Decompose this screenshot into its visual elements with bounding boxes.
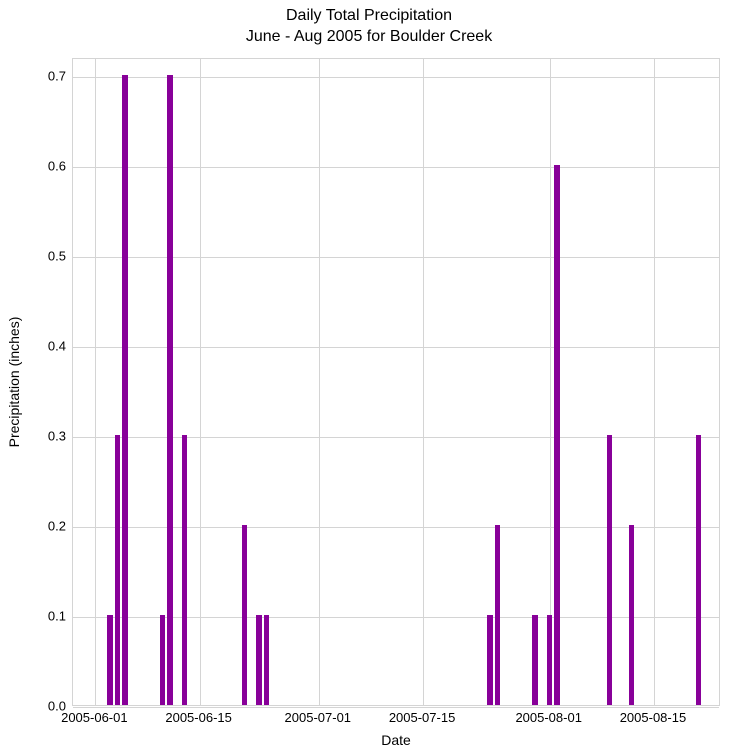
precipitation-bar: [547, 615, 553, 705]
precipitation-bar: [495, 525, 501, 705]
y-tick-label: 0.1: [48, 609, 66, 624]
y-tick-label: 0.7: [48, 69, 66, 84]
x-gridline: [319, 59, 320, 705]
x-gridline: [654, 59, 655, 705]
x-gridline: [95, 59, 96, 705]
precipitation-bar: [115, 435, 121, 705]
x-axis-label: Date: [381, 732, 411, 748]
x-tick-label: 2005-06-01: [61, 710, 128, 725]
precipitation-bar: [182, 435, 188, 705]
precipitation-bar: [264, 615, 270, 705]
plot-area: [72, 58, 720, 706]
precipitation-bar: [160, 615, 166, 705]
x-tick-label: 2005-07-01: [285, 710, 352, 725]
x-tick-label: 2005-08-01: [515, 710, 582, 725]
precipitation-bar: [607, 435, 613, 705]
chart-title: Daily Total Precipitation: [0, 6, 738, 27]
chart-subtitle: June - Aug 2005 for Boulder Creek: [0, 27, 738, 48]
y-tick-label: 0.4: [48, 339, 66, 354]
precipitation-bar: [256, 615, 262, 705]
x-tick-label: 2005-08-15: [620, 710, 687, 725]
precipitation-bar: [629, 525, 635, 705]
precipitation-bar: [487, 615, 493, 705]
precipitation-bar: [532, 615, 538, 705]
precipitation-bar: [107, 615, 113, 705]
precipitation-bar: [242, 525, 248, 705]
x-gridline: [550, 59, 551, 705]
y-tick-label: 0.5: [48, 249, 66, 264]
chart-title-group: Daily Total Precipitation June - Aug 200…: [0, 6, 738, 48]
x-gridline: [200, 59, 201, 705]
precipitation-bar: [696, 435, 702, 705]
precipitation-bar: [167, 75, 173, 705]
x-gridline: [423, 59, 424, 705]
y-axis-label: Precipitation (inches): [6, 317, 22, 448]
x-tick-label: 2005-07-15: [389, 710, 456, 725]
y-tick-label: 0.2: [48, 519, 66, 534]
x-tick-label: 2005-06-15: [165, 710, 232, 725]
y-tick-label: 0.3: [48, 429, 66, 444]
y-tick-label: 0.6: [48, 159, 66, 174]
precipitation-bar: [122, 75, 128, 705]
precipitation-bar: [554, 165, 560, 705]
precipitation-bar-chart: Daily Total Precipitation June - Aug 200…: [0, 0, 738, 754]
y-gridline: [73, 707, 719, 708]
